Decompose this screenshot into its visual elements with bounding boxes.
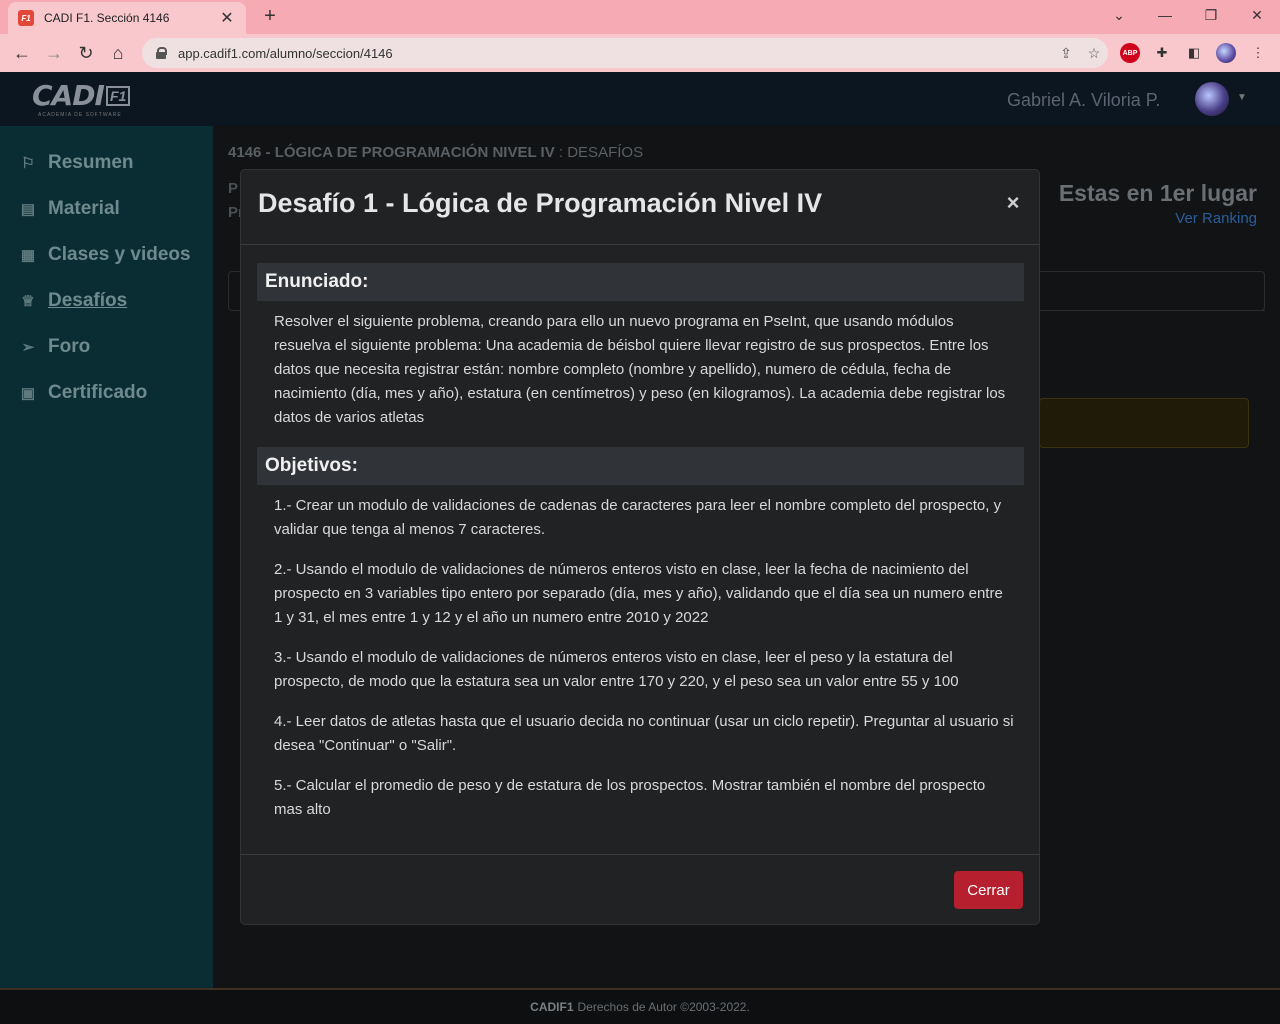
certificate-icon: ▣ bbox=[20, 385, 36, 402]
sidebar-item-label: Material bbox=[48, 198, 120, 219]
book-icon: ▤ bbox=[20, 201, 36, 218]
background-text-fragment: P bbox=[228, 180, 239, 197]
browser-profile-avatar[interactable] bbox=[1216, 43, 1236, 63]
page-footer: CADIF1 Derechos de Autor ©2003-2022. bbox=[0, 988, 1280, 1024]
page-title: 4146 - LÓGICA DE PROGRAMACIÓN NIVEL IV :… bbox=[228, 144, 643, 161]
restore-icon[interactable]: ❐ bbox=[1188, 0, 1234, 30]
browser-chrome: F1 CADI F1. Sección 4146 ✕ + ⌄ — ❐ ✕ ← →… bbox=[0, 0, 1280, 72]
sidebar-item-desafios[interactable]: ♕ Desafíos bbox=[18, 286, 127, 316]
close-button[interactable]: Cerrar bbox=[954, 871, 1023, 909]
browser-tab[interactable]: F1 CADI F1. Sección 4146 ✕ bbox=[8, 2, 246, 34]
objective-item: 5.- Calcular el promedio de peso y de es… bbox=[274, 777, 986, 818]
window-close-icon[interactable]: ✕ bbox=[1234, 0, 1280, 30]
lock-icon bbox=[156, 47, 167, 59]
share-icon[interactable]: ⇪ bbox=[1052, 45, 1080, 62]
objective-item: 1.- Crear un modulo de validaciones de c… bbox=[274, 497, 1002, 538]
user-avatar[interactable] bbox=[1195, 82, 1229, 116]
tab-close-icon[interactable]: ✕ bbox=[218, 8, 236, 28]
logo-subtitle: ACADEMIA DE SOFTWARE bbox=[38, 112, 122, 118]
forward-icon[interactable]: → bbox=[41, 40, 67, 66]
home-icon[interactable]: ⌂ bbox=[105, 40, 131, 66]
back-icon[interactable]: ← bbox=[9, 40, 35, 66]
enunciado-heading: Enunciado: bbox=[257, 263, 1024, 301]
sidebar: ⚐ Resumen ▤ Material ▦ Clases y videos ♕… bbox=[0, 126, 213, 988]
user-name[interactable]: Gabriel A. Viloria P. bbox=[1007, 90, 1160, 111]
objective-item: 4.- Leer datos de atletas hasta que el u… bbox=[274, 713, 1014, 754]
logo-badge: F1 bbox=[106, 86, 131, 106]
page-title-sub: : DESAFÍOS bbox=[554, 144, 644, 161]
modal-title: Desafío 1 - Lógica de Programación Nivel… bbox=[258, 188, 823, 218]
objective-item: 3.- Usando el modulo de validaciones de … bbox=[274, 649, 959, 690]
favicon-icon: F1 bbox=[18, 10, 34, 26]
calendar-icon: ▦ bbox=[20, 247, 36, 264]
objective-item: 2.- Usando el modulo de validaciones de … bbox=[274, 561, 1003, 626]
sidebar-item-label: Clases y videos bbox=[48, 244, 191, 265]
side-panel-icon[interactable]: ◧ bbox=[1184, 43, 1204, 63]
app-header: CADI F1 ACADEMIA DE SOFTWARE Gabriel A. … bbox=[0, 72, 1280, 126]
tab-bar: F1 CADI F1. Sección 4146 ✕ + ⌄ — ❐ ✕ bbox=[0, 0, 1280, 34]
new-tab-icon[interactable]: + bbox=[258, 4, 282, 28]
extensions-puzzle-icon[interactable]: ✚ bbox=[1152, 43, 1172, 63]
cadif1-logo[interactable]: CADI F1 ACADEMIA DE SOFTWARE bbox=[32, 82, 132, 118]
ranking-link[interactable]: Ver Ranking bbox=[1175, 210, 1257, 227]
url-text: app.cadif1.com/alumno/seccion/4146 bbox=[178, 45, 393, 61]
sidebar-item-clases[interactable]: ▦ Clases y videos bbox=[18, 240, 191, 270]
bookmark-star-icon[interactable]: ☆ bbox=[1080, 45, 1108, 62]
background-alert bbox=[1039, 398, 1249, 448]
modal-footer-divider bbox=[241, 854, 1039, 855]
logo-text: CADI bbox=[32, 79, 105, 112]
enunciado-text: Resolver el siguiente problema, creando … bbox=[274, 313, 1006, 426]
user-menu-caret-icon[interactable]: ▼ bbox=[1237, 92, 1247, 103]
sidebar-item-label: Certificado bbox=[48, 382, 148, 403]
adblock-icon[interactable]: ABP bbox=[1120, 43, 1140, 63]
sidebar-item-label: Foro bbox=[48, 336, 91, 357]
address-bar[interactable]: app.cadif1.com/alumno/seccion/4146 ⇪ ☆ bbox=[142, 38, 1108, 68]
trophy-icon: ♕ bbox=[21, 293, 35, 310]
sidebar-item-resumen[interactable]: ⚐ Resumen bbox=[18, 148, 134, 178]
sidebar-item-certificado[interactable]: ▣ Certificado bbox=[18, 378, 147, 408]
sidebar-item-label: Resumen bbox=[48, 152, 134, 173]
objetivos-heading: Objetivos: bbox=[257, 447, 1024, 485]
paper-plane-icon: ➢ bbox=[21, 339, 35, 356]
divider bbox=[1039, 310, 1265, 311]
modal-close-icon[interactable]: × bbox=[1003, 190, 1023, 216]
flag-icon: ⚐ bbox=[21, 155, 35, 172]
sidebar-item-label: Desafíos bbox=[48, 290, 128, 311]
sidebar-item-material[interactable]: ▤ Material bbox=[18, 194, 120, 224]
tab-title: CADI F1. Sección 4146 bbox=[44, 11, 170, 25]
modal-header: Desafío 1 - Lógica de Programación Nivel… bbox=[241, 170, 1039, 245]
tab-search-icon[interactable]: ⌄ bbox=[1096, 0, 1142, 30]
footer-copyright: Derechos de Autor ©2003-2022. bbox=[577, 1000, 750, 1014]
challenge-modal: Desafío 1 - Lógica de Programación Nivel… bbox=[240, 169, 1040, 925]
browser-toolbar: ← → ↻ ⌂ app.cadif1.com/alumno/seccion/41… bbox=[0, 34, 1280, 72]
reload-icon[interactable]: ↻ bbox=[73, 40, 99, 66]
rank-status: Estas en 1er lugar bbox=[1058, 180, 1257, 206]
browser-menu-icon[interactable]: ⋮ bbox=[1248, 43, 1268, 63]
page-title-main: 4146 - LÓGICA DE PROGRAMACIÓN NIVEL IV bbox=[228, 144, 555, 161]
footer-brand: CADIF1 bbox=[530, 1000, 574, 1014]
sidebar-item-foro[interactable]: ➢ Foro bbox=[18, 332, 91, 362]
minimize-icon[interactable]: — bbox=[1142, 0, 1188, 30]
